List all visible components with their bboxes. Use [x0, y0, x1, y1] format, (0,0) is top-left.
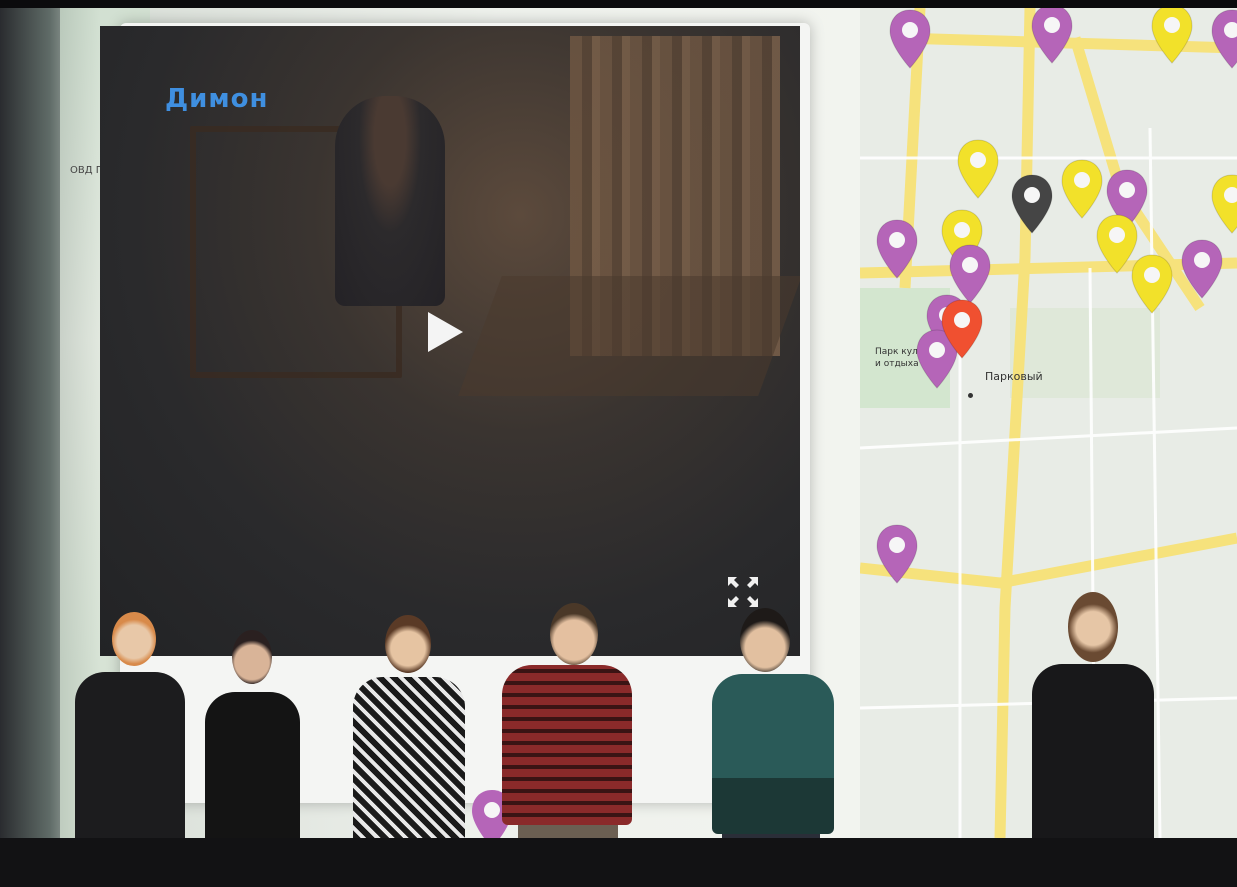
map-pin-icon [876, 524, 918, 584]
person-4-body [502, 665, 632, 825]
person-1-head [112, 612, 156, 666]
person-6-head [1068, 592, 1118, 662]
map-pin-yellow[interactable] [1210, 173, 1237, 235]
map-pin-icon [876, 219, 918, 279]
person-4-head [550, 603, 598, 665]
fullscreen-button[interactable] [720, 574, 758, 608]
map-pin-icon [889, 9, 931, 69]
video-scene-floor [458, 276, 800, 396]
video-title: Димон [165, 84, 269, 114]
person-1 [70, 612, 190, 852]
map-pin-red[interactable] [940, 298, 984, 360]
map-pin-yellow[interactable] [1060, 158, 1104, 220]
video-scene-person [335, 96, 445, 306]
person-2 [190, 630, 310, 862]
video-frame[interactable]: Димон [100, 26, 800, 656]
map-pin-yellow[interactable] [956, 138, 1000, 200]
person-5-body [712, 674, 834, 834]
map-pin-icon [1011, 174, 1053, 234]
map-pin-icon [1131, 254, 1173, 314]
map-pin-icon [1211, 174, 1237, 234]
person-3-head [385, 615, 431, 673]
fullscreen-icon [728, 577, 758, 607]
map-pin-yellow[interactable] [1130, 253, 1174, 315]
event-photo: ОВД Петр Димон Парк культуры и отдыха Па… [0, 0, 1237, 887]
person-1-body [75, 672, 185, 852]
person-5-head [740, 608, 790, 672]
map-pin-icon [1181, 239, 1223, 299]
map-pin-icon [1151, 8, 1193, 64]
map-poi-marker [968, 393, 973, 398]
map-pin-icon [1031, 8, 1073, 64]
person-2-body [205, 692, 300, 862]
map-pin-purple[interactable] [1030, 8, 1074, 65]
map-pin-yellow[interactable] [1150, 8, 1194, 65]
person-2-head [232, 630, 272, 684]
map-label-parkovy: Парковый [985, 370, 1043, 383]
map-pin-dark[interactable] [1010, 173, 1054, 235]
map-pin-icon [957, 139, 999, 199]
play-icon [428, 312, 463, 352]
map-pin-purple[interactable] [888, 8, 932, 70]
map-pin-purple[interactable] [875, 523, 919, 585]
person-3 [345, 615, 470, 867]
map-pin-purple[interactable] [1210, 8, 1237, 70]
map-pin-icon [941, 299, 983, 359]
map-pin-icon [1061, 159, 1103, 219]
map-pin-icon [1211, 9, 1237, 69]
map-pin-purple[interactable] [1180, 238, 1224, 300]
stage-floor [0, 838, 1237, 887]
play-button[interactable] [415, 306, 465, 356]
map-pin-purple[interactable] [875, 218, 919, 280]
